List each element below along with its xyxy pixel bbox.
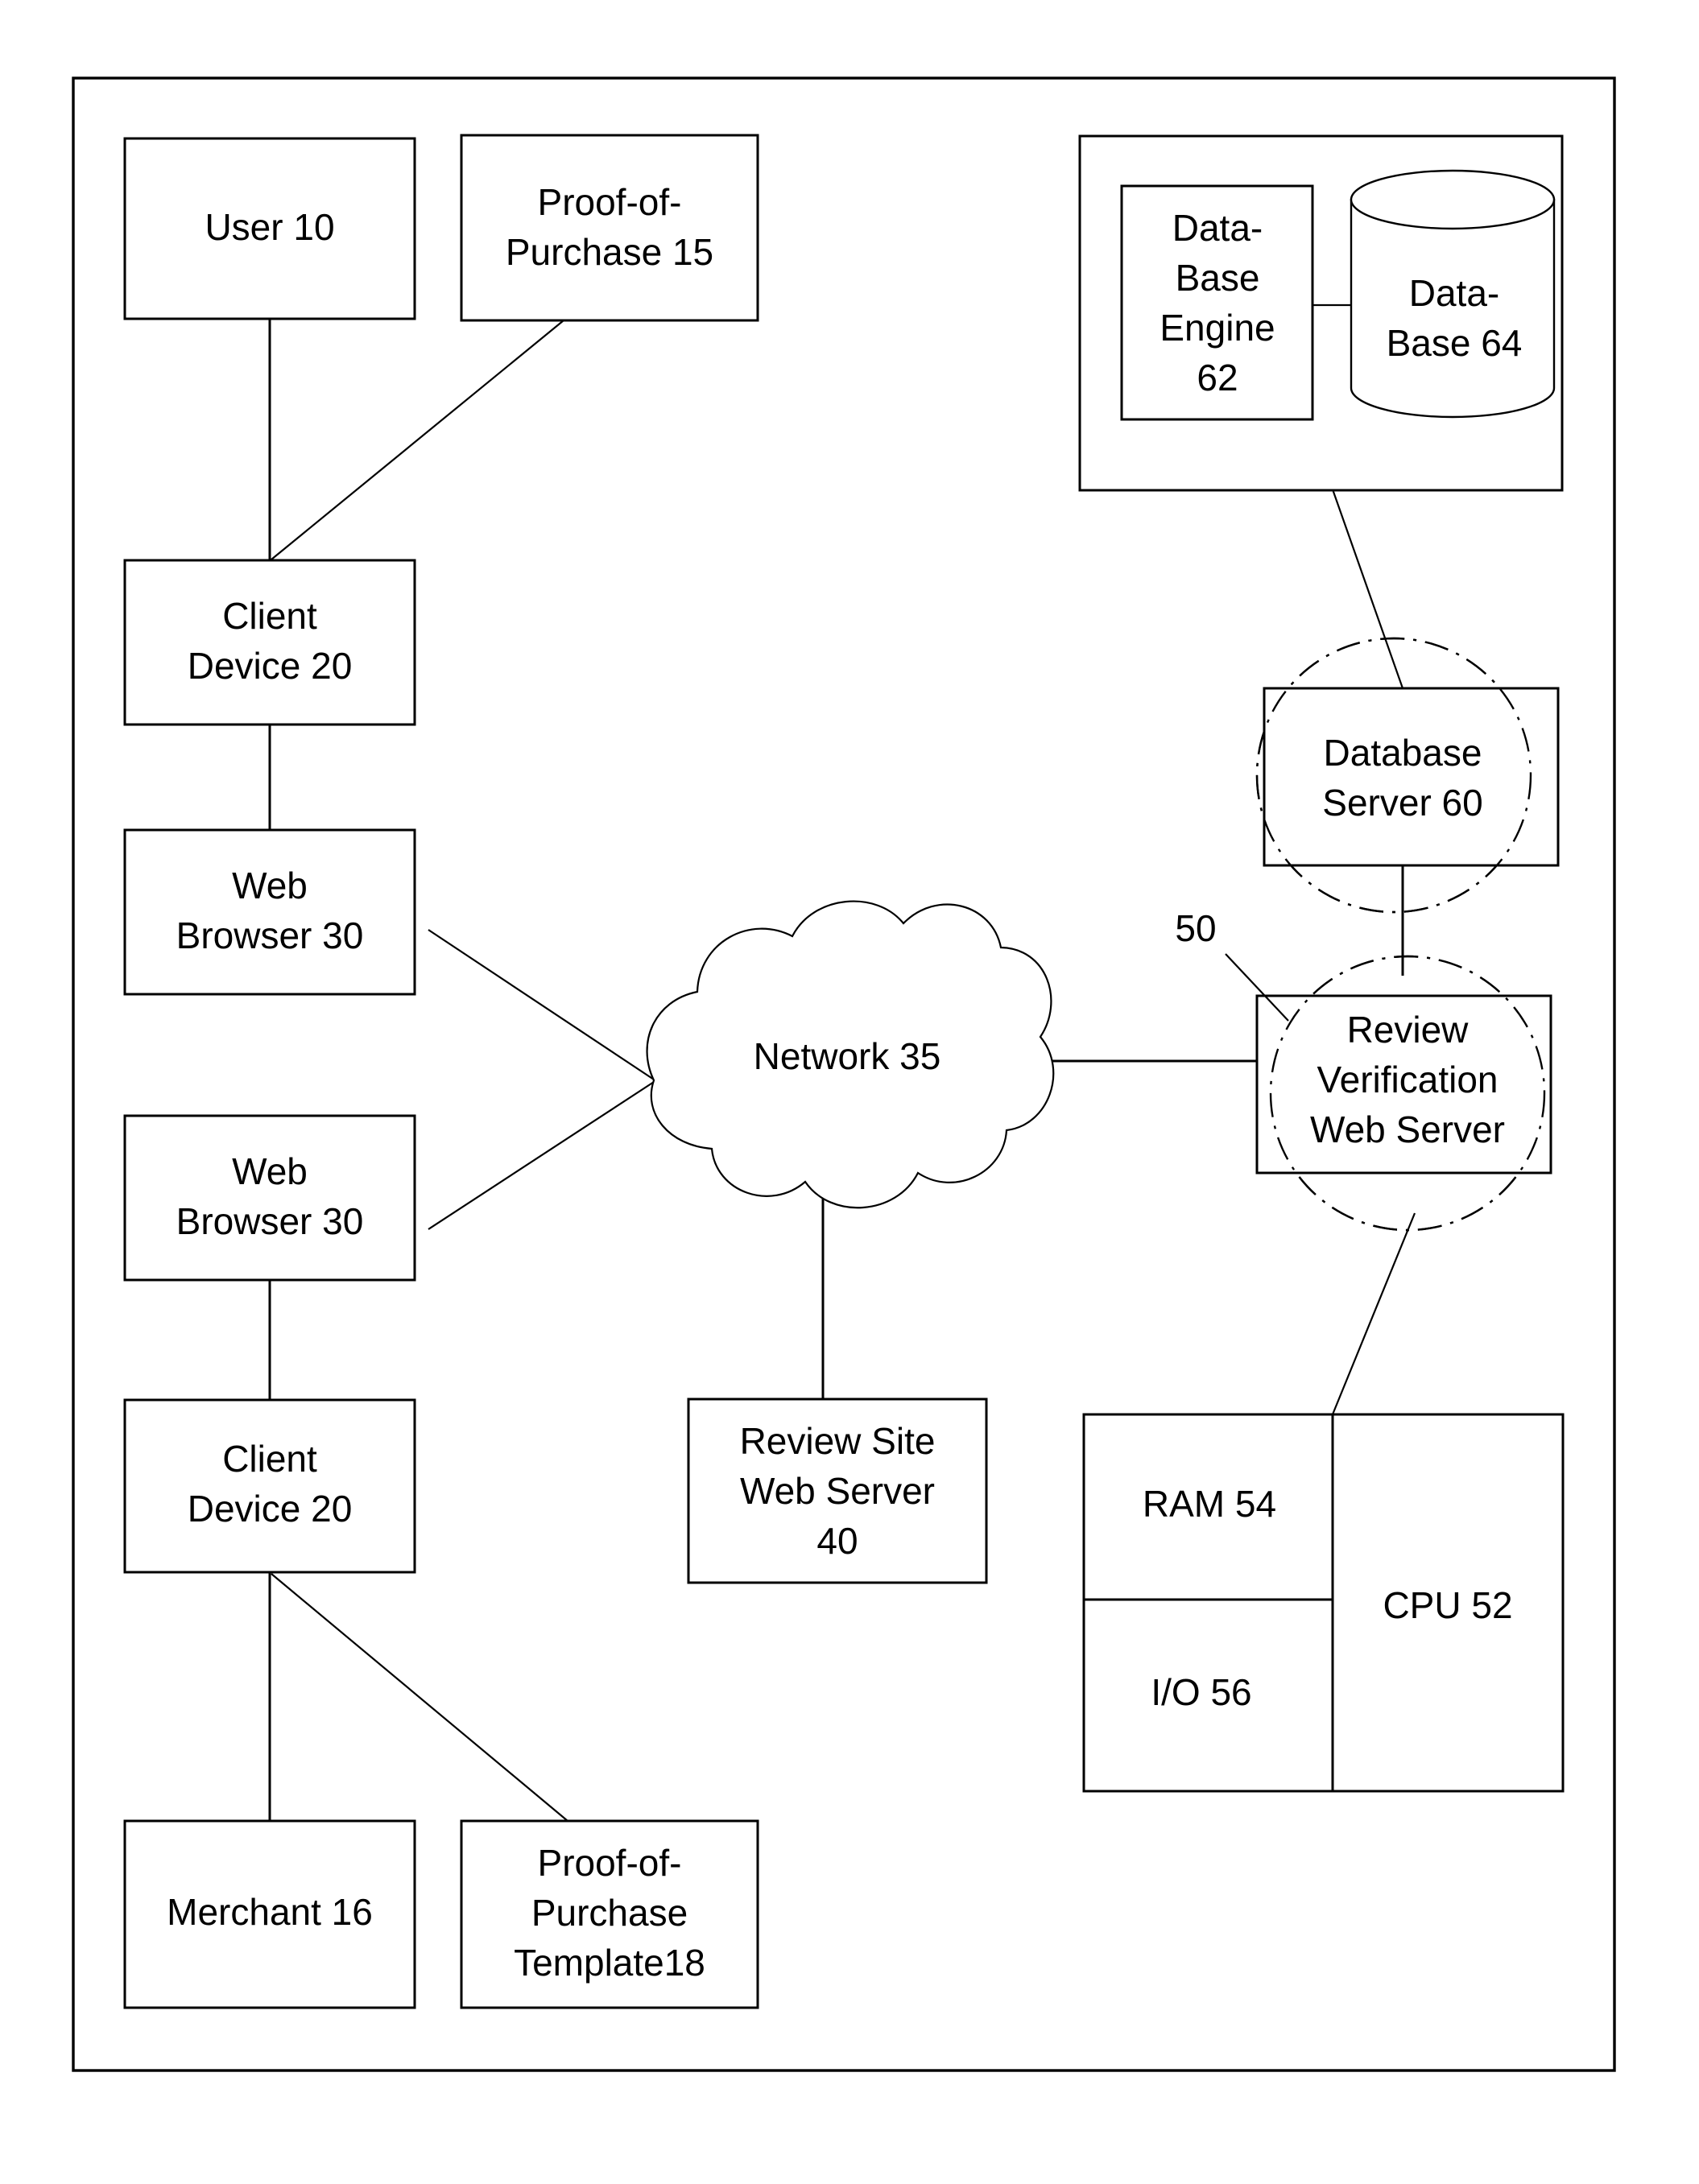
database-cylinder-top: [1350, 169, 1556, 230]
connector-client-device-bottom-to-pop-template: [271, 1573, 568, 1822]
database-engine-label-line4: 62: [1197, 357, 1238, 398]
client-device-top-label-line1: Client: [222, 595, 317, 637]
node-review-site-web-server[interactable]: Review Site Web Server 40: [687, 1398, 988, 1584]
cpu-label: CPU 52: [1383, 1584, 1512, 1626]
proof-of-purchase-label-line2: Purchase 15: [506, 231, 713, 273]
review-verification-label-line1: Review: [1347, 1009, 1470, 1051]
review-verification-label-line2: Verification: [1317, 1059, 1498, 1100]
database-engine-label-line3: Engine: [1160, 307, 1275, 349]
client-device-top-label-line2: Device 20: [188, 645, 353, 687]
node-review-verification-web-server[interactable]: Review Verification Web Server: [1255, 955, 1552, 1232]
node-network-cloud[interactable]: Network 35: [646, 900, 1055, 1209]
ram-label: RAM 54: [1143, 1483, 1276, 1525]
database-server-label-line1: Database: [1324, 732, 1482, 774]
database-cylinder-label-line2: Base 64: [1387, 322, 1523, 364]
web-browser-top-box[interactable]: [123, 828, 416, 996]
web-browser-top-label-line2: Browser 30: [176, 914, 364, 956]
node-database-server[interactable]: Database Server 60: [1255, 637, 1560, 914]
web-browser-bottom-label-line1: Web: [232, 1150, 308, 1192]
merchant-label: Merchant 16: [167, 1891, 373, 1933]
client-device-bottom-label-line2: Device 20: [188, 1488, 353, 1530]
node-database-cylinder[interactable]: Data- Base 64: [1350, 169, 1556, 419]
connector-web-browser-top-to-network: [428, 929, 655, 1080]
callout-50-label: 50: [1175, 907, 1216, 949]
connector-proof-of-purchase-to-client-device: [271, 320, 564, 560]
proof-of-purchase-box[interactable]: [460, 134, 759, 322]
web-browser-top-label-line1: Web: [232, 865, 308, 906]
pop-template-label-line3: Template18: [514, 1942, 705, 1984]
user-label: User 10: [205, 206, 334, 248]
node-database-engine[interactable]: Data- Base Engine 62: [1120, 184, 1314, 421]
node-web-browser-top[interactable]: Web Browser 30: [123, 828, 416, 996]
client-device-bottom-label-line1: Client: [222, 1438, 317, 1480]
callout-50: 50: [1175, 907, 1289, 1022]
connector-review-verification-to-computer: [1331, 1212, 1416, 1415]
database-engine-label-line2: Base: [1176, 257, 1260, 299]
proof-of-purchase-label-line1: Proof-of-: [538, 181, 682, 223]
pop-template-label-line1: Proof-of-: [538, 1842, 682, 1884]
node-computer[interactable]: RAM 54 I/O 56 CPU 52: [1082, 1413, 1565, 1793]
review-site-web-server-label-line2: Web Server: [740, 1470, 935, 1512]
node-proof-of-purchase[interactable]: Proof-of- Purchase 15: [460, 134, 759, 322]
figure-canvas: User 10 Proof-of- Purchase 15 Client Dev…: [0, 0, 1699, 2184]
client-device-top-box[interactable]: [123, 559, 416, 726]
pop-template-label-line2: Purchase: [531, 1892, 688, 1934]
web-browser-bottom-label-line2: Browser 30: [176, 1200, 364, 1242]
database-server-label-line2: Server 60: [1322, 782, 1482, 824]
database-cylinder-label-line1: Data-: [1409, 272, 1499, 314]
database-engine-label-line1: Data-: [1172, 207, 1263, 249]
review-site-web-server-label-line1: Review Site: [740, 1420, 936, 1462]
node-proof-of-purchase-template[interactable]: Proof-of- Purchase Template18: [460, 1819, 759, 2009]
web-browser-bottom-box[interactable]: [123, 1114, 416, 1282]
connector-web-browser-bottom-to-network: [428, 1081, 655, 1230]
node-client-device-bottom[interactable]: Client Device 20: [123, 1398, 416, 1574]
node-user[interactable]: User 10: [123, 137, 416, 320]
network-label: Network 35: [754, 1035, 941, 1077]
node-client-device-top[interactable]: Client Device 20: [123, 559, 416, 726]
review-site-web-server-label-line3: 40: [816, 1520, 858, 1562]
io-label: I/O 56: [1151, 1671, 1251, 1713]
node-merchant[interactable]: Merchant 16: [123, 1819, 416, 2009]
node-web-browser-bottom[interactable]: Web Browser 30: [123, 1114, 416, 1282]
review-verification-label-line3: Web Server: [1310, 1109, 1505, 1150]
connector-database-container-to-database-server: [1331, 489, 1404, 689]
node-database-container[interactable]: Data- Base Engine 62 Data- Base 64: [1078, 134, 1564, 492]
client-device-bottom-box[interactable]: [123, 1398, 416, 1574]
